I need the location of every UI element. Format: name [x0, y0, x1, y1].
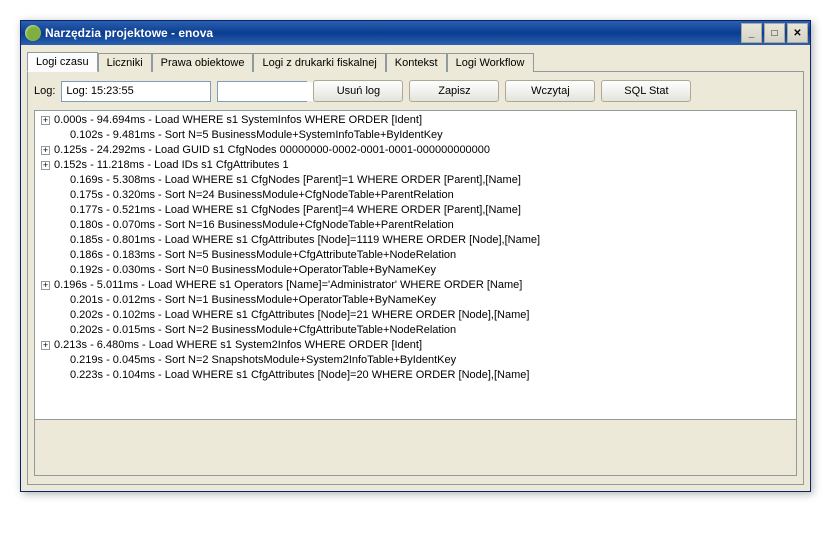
expand-icon[interactable]: + [41, 161, 50, 170]
tab-liczniki[interactable]: Liczniki [98, 53, 152, 72]
log-row[interactable]: +0.196s - 5.011ms - Load WHERE s1 Operat… [35, 278, 796, 293]
log-label: Log: [34, 85, 55, 97]
log-name-input[interactable] [61, 81, 211, 102]
expand-icon[interactable]: + [41, 341, 50, 350]
log-row-text: 0.219s - 0.045ms - Sort N=2 SnapshotsMod… [70, 353, 456, 368]
save-button[interactable]: Zapisz [409, 80, 499, 102]
log-row[interactable]: 0.185s - 0.801ms - Load WHERE s1 CfgAttr… [35, 233, 796, 248]
log-row-text: 0.102s - 9.481ms - Sort N=5 BusinessModu… [70, 128, 443, 143]
log-row-text: 0.213s - 6.480ms - Load WHERE s1 System2… [54, 338, 422, 353]
toolbar: Log: Usuń log Zapisz Wczytaj SQL Stat [34, 80, 797, 102]
log-row[interactable]: +0.125s - 24.292ms - Load GUID s1 CfgNod… [35, 143, 796, 158]
log-row[interactable]: 0.223s - 0.104ms - Load WHERE s1 CfgAttr… [35, 368, 796, 383]
tab-bar: Logi czasuLicznikiPrawa obiektoweLogi z … [27, 51, 804, 71]
detail-pane[interactable] [34, 420, 797, 476]
log-row[interactable]: +0.000s - 94.694ms - Load WHERE s1 Syste… [35, 113, 796, 128]
expand-icon[interactable]: + [41, 146, 50, 155]
log-row[interactable]: 0.180s - 0.070ms - Sort N=16 BusinessMod… [35, 218, 796, 233]
window-title: Narzędzia projektowe - enova [45, 26, 739, 40]
log-row-text: 0.223s - 0.104ms - Load WHERE s1 CfgAttr… [70, 368, 529, 383]
log-row[interactable]: 0.175s - 0.320ms - Sort N=24 BusinessMod… [35, 188, 796, 203]
log-row-text: 0.185s - 0.801ms - Load WHERE s1 CfgAttr… [70, 233, 540, 248]
close-button[interactable]: ✕ [787, 23, 808, 43]
sql-stat-button[interactable]: SQL Stat [601, 80, 691, 102]
minimize-button[interactable]: _ [741, 23, 762, 43]
log-row-text: 0.169s - 5.308ms - Load WHERE s1 CfgNode… [70, 173, 521, 188]
log-row[interactable]: +0.213s - 6.480ms - Load WHERE s1 System… [35, 338, 796, 353]
log-row[interactable]: 0.192s - 0.030ms - Sort N=0 BusinessModu… [35, 263, 796, 278]
log-row-text: 0.201s - 0.012ms - Sort N=1 BusinessModu… [70, 293, 436, 308]
log-row[interactable]: 0.202s - 0.102ms - Load WHERE s1 CfgAttr… [35, 308, 796, 323]
titlebar: Narzędzia projektowe - enova _ □ ✕ [21, 21, 810, 45]
filter-combo[interactable] [217, 81, 307, 102]
tab-logi-z-drukarki-fiskalnej[interactable]: Logi z drukarki fiskalnej [253, 53, 385, 72]
log-row-text: 0.202s - 0.015ms - Sort N=2 BusinessModu… [70, 323, 456, 338]
expand-icon[interactable]: + [41, 116, 50, 125]
log-row[interactable]: 0.102s - 9.481ms - Sort N=5 BusinessModu… [35, 128, 796, 143]
log-row[interactable]: 0.201s - 0.012ms - Sort N=1 BusinessModu… [35, 293, 796, 308]
log-row[interactable]: 0.186s - 0.183ms - Sort N=5 BusinessModu… [35, 248, 796, 263]
log-row-text: 0.175s - 0.320ms - Sort N=24 BusinessMod… [70, 188, 454, 203]
tab-prawa-obiektowe[interactable]: Prawa obiektowe [152, 53, 254, 72]
app-icon [25, 25, 41, 41]
app-window: Narzędzia projektowe - enova _ □ ✕ Logi … [20, 20, 811, 492]
log-row-text: 0.152s - 11.218ms - Load IDs s1 CfgAttri… [54, 158, 289, 173]
log-row-text: 0.180s - 0.070ms - Sort N=16 BusinessMod… [70, 218, 454, 233]
log-row-text: 0.192s - 0.030ms - Sort N=0 BusinessModu… [70, 263, 436, 278]
log-row-text: 0.202s - 0.102ms - Load WHERE s1 CfgAttr… [70, 308, 529, 323]
delete-log-button[interactable]: Usuń log [313, 80, 403, 102]
log-row-text: 0.000s - 94.694ms - Load WHERE s1 System… [54, 113, 422, 128]
expand-icon[interactable]: + [41, 281, 50, 290]
log-row[interactable]: 0.202s - 0.015ms - Sort N=2 BusinessModu… [35, 323, 796, 338]
log-row[interactable]: 0.219s - 0.045ms - Sort N=2 SnapshotsMod… [35, 353, 796, 368]
tab-kontekst[interactable]: Kontekst [386, 53, 447, 72]
log-row[interactable]: 0.169s - 5.308ms - Load WHERE s1 CfgNode… [35, 173, 796, 188]
log-tree[interactable]: +0.000s - 94.694ms - Load WHERE s1 Syste… [34, 110, 797, 420]
log-row-text: 0.125s - 24.292ms - Load GUID s1 CfgNode… [54, 143, 490, 158]
log-row[interactable]: 0.177s - 0.521ms - Load WHERE s1 CfgNode… [35, 203, 796, 218]
tab-logi-workflow[interactable]: Logi Workflow [447, 53, 534, 72]
log-row-text: 0.186s - 0.183ms - Sort N=5 BusinessModu… [70, 248, 456, 263]
client-area: Logi czasuLicznikiPrawa obiektoweLogi z … [21, 45, 810, 491]
log-row-text: 0.177s - 0.521ms - Load WHERE s1 CfgNode… [70, 203, 521, 218]
main-panel: Log: Usuń log Zapisz Wczytaj SQL Stat +0… [27, 71, 804, 485]
maximize-button[interactable]: □ [764, 23, 785, 43]
log-row[interactable]: +0.152s - 11.218ms - Load IDs s1 CfgAttr… [35, 158, 796, 173]
tab-logi-czasu[interactable]: Logi czasu [27, 52, 98, 72]
log-row-text: 0.196s - 5.011ms - Load WHERE s1 Operato… [54, 278, 522, 293]
load-button[interactable]: Wczytaj [505, 80, 595, 102]
